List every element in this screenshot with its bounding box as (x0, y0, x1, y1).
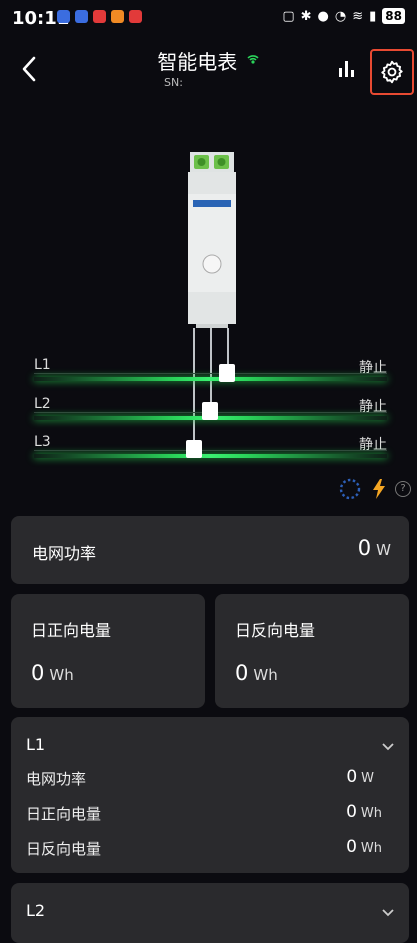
ct-clamp (202, 402, 218, 420)
loading-spinner-icon (339, 478, 361, 504)
grid-power-value: 0 (357, 536, 372, 560)
sim-icon: ▮ (369, 8, 377, 24)
daily-forward-unit: Wh (49, 666, 74, 684)
chevron-down-icon[interactable] (381, 737, 395, 756)
lightning-icon (372, 479, 386, 503)
phase-label-l1: L1 (34, 357, 51, 373)
phase-flow-bar-l1 (34, 377, 387, 381)
divider (34, 450, 387, 451)
row-value-wrap: 0 Wh (346, 802, 382, 822)
notification-icon (93, 10, 106, 23)
phase-state-l1: 静止 (359, 360, 387, 376)
phase-card-title: L2 (26, 901, 46, 920)
daily-forward-value: 0 (31, 661, 45, 685)
daily-forward-value-wrap: 0 Wh (31, 661, 74, 685)
statistics-button[interactable] (336, 58, 358, 78)
grid-power-label: 电网功率 (32, 544, 97, 563)
signal-icon (247, 55, 259, 64)
notification-icon (75, 10, 88, 23)
system-icons: ▢ ✱ ● ◔ ≋ ▮ 88 (282, 8, 405, 24)
row-value-wrap: 0W (346, 767, 374, 787)
daily-reverse-label: 日反向电量 (235, 621, 316, 640)
row-label: 日反向电量 (26, 840, 102, 858)
grid-power-unit: W (376, 541, 391, 559)
wifi-icon: ≋ (352, 8, 364, 24)
status-bar: 10:11 ▢ ✱ ● ◔ ≋ ▮ 88 (0, 0, 417, 36)
grid-power-value-wrap: 0W (358, 536, 391, 560)
ct-clamp (219, 364, 235, 382)
chevron-down-icon[interactable] (381, 903, 395, 922)
settings-button[interactable] (370, 49, 414, 95)
phase-state-l3: 静止 (359, 437, 387, 453)
help-icon[interactable]: ? (395, 481, 411, 497)
phase-label-l2: L2 (34, 396, 51, 412)
bar-chart-icon (339, 61, 354, 77)
daily-reverse-unit: Wh (253, 666, 278, 684)
serial-number-label: SN: (164, 76, 183, 89)
row-value: 0 (346, 802, 357, 822)
row-value-wrap: 0 Wh (346, 837, 382, 857)
row-unit: Wh (360, 806, 382, 821)
row-unit: Wh (360, 841, 382, 856)
daily-forward-card: 日正向电量 0 Wh (11, 594, 205, 708)
location-icon: ● (317, 8, 329, 24)
divider (34, 373, 387, 374)
battery-indicator: 88 (382, 8, 405, 24)
wire (210, 328, 212, 412)
daily-reverse-card: 日反向电量 0 Wh (215, 594, 409, 708)
notification-icon (111, 10, 124, 23)
meter-device-image (188, 152, 236, 328)
phase-card-title: L1 (26, 735, 46, 754)
row-value: 0 (346, 767, 358, 787)
ct-clamp (186, 440, 202, 458)
phase-card-l1[interactable]: L1 电网功率 0W 日正向电量 0 Wh 日反向电量 0 Wh (11, 717, 409, 873)
daily-reverse-value-wrap: 0 Wh (235, 661, 278, 685)
alarm-icon: ◔ (334, 8, 347, 24)
gear-icon (381, 60, 403, 84)
notification-icon (57, 10, 70, 23)
row-label: 电网功率 (26, 770, 87, 788)
page-title: 智能电表 (157, 50, 238, 74)
row-label: 日正向电量 (26, 805, 102, 823)
grid-power-card: 电网功率 0W (11, 516, 409, 584)
bluetooth-icon: ✱ (300, 8, 312, 24)
row-unit: W (361, 771, 374, 786)
phase-card-l2[interactable]: L2 (11, 883, 409, 943)
daily-forward-label: 日正向电量 (31, 621, 112, 640)
notification-icon (129, 10, 142, 23)
phase-label-l3: L3 (34, 434, 51, 450)
wire (193, 328, 195, 453)
daily-reverse-value: 0 (235, 661, 249, 685)
phase-state-l2: 静止 (359, 399, 387, 415)
nfc-icon: ▢ (282, 8, 295, 24)
serial-number-redacted (186, 76, 246, 89)
phase-flow-bar-l3 (34, 454, 387, 458)
row-value: 0 (346, 837, 357, 857)
